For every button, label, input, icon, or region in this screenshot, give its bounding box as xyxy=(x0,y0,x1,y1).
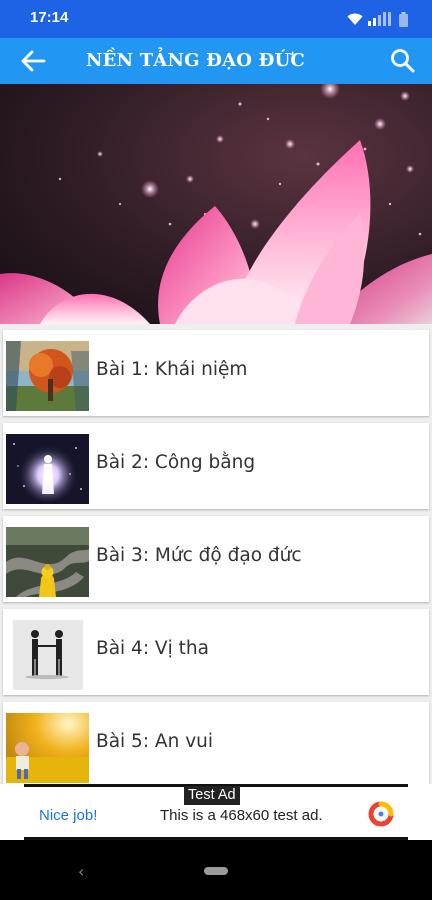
nav-back-icon[interactable]: ‹ xyxy=(78,862,84,881)
lesson-label-4: Bài 4: Vị tha xyxy=(96,638,209,659)
admob-logo-icon xyxy=(368,801,394,827)
lesson-item-2[interactable]: Bài 2: Công bằng xyxy=(3,423,429,509)
back-button[interactable] xyxy=(18,47,48,75)
ad-banner[interactable]: Test Ad Nice job! This is a 468x60 test … xyxy=(24,784,408,840)
status-bar: 17:14 xyxy=(0,0,432,38)
lesson-thumbnail-3 xyxy=(6,527,89,597)
lesson-item-5[interactable]: Bài 5: An vui xyxy=(3,702,429,784)
lesson-label-5: Bài 5: An vui xyxy=(96,731,214,752)
lesson-item-1[interactable]: Bài 1: Khái niệm xyxy=(3,330,429,416)
status-time: 17:14 xyxy=(30,9,69,26)
battery-icon xyxy=(399,11,408,27)
system-nav-bar: ‹ xyxy=(0,840,432,900)
lesson-label-2: Bài 2: Công bằng xyxy=(96,452,256,473)
lesson-thumbnail-4 xyxy=(13,620,83,690)
lesson-thumbnail-1 xyxy=(6,341,89,411)
app-bar: NỀN TẢNG ĐẠO ĐỨC xyxy=(0,38,432,84)
ad-area: Test Ad Nice job! This is a 468x60 test … xyxy=(0,784,432,840)
status-icons xyxy=(347,10,408,28)
ad-badge: Test Ad xyxy=(184,786,240,805)
signal-icon xyxy=(368,12,391,26)
lotus-illustration xyxy=(0,84,432,324)
lesson-item-4[interactable]: Bài 4: Vị tha xyxy=(3,609,429,695)
page-title: NỀN TẢNG ĐẠO ĐỨC xyxy=(86,50,305,71)
hero-banner-image xyxy=(0,84,432,324)
search-icon xyxy=(391,49,415,73)
lesson-item-3[interactable]: Bài 3: Mức độ đạo đức xyxy=(3,516,429,602)
lesson-label-3: Bài 3: Mức độ đạo đức xyxy=(96,545,302,566)
lesson-thumbnail-5 xyxy=(6,713,89,783)
lesson-list: Bài 1: Khái niệm Bài 2: Công bằng Bài 3:… xyxy=(0,324,432,784)
ad-headline[interactable]: Nice job! xyxy=(39,807,97,824)
lesson-thumbnail-2 xyxy=(6,434,89,504)
lesson-label-1: Bài 1: Khái niệm xyxy=(96,359,248,380)
arrow-left-icon xyxy=(21,50,46,72)
search-button[interactable] xyxy=(388,47,418,75)
nav-home-pill[interactable] xyxy=(204,867,228,875)
ad-text: This is a 468x60 test ad. xyxy=(160,807,323,824)
wifi-icon xyxy=(347,13,363,25)
